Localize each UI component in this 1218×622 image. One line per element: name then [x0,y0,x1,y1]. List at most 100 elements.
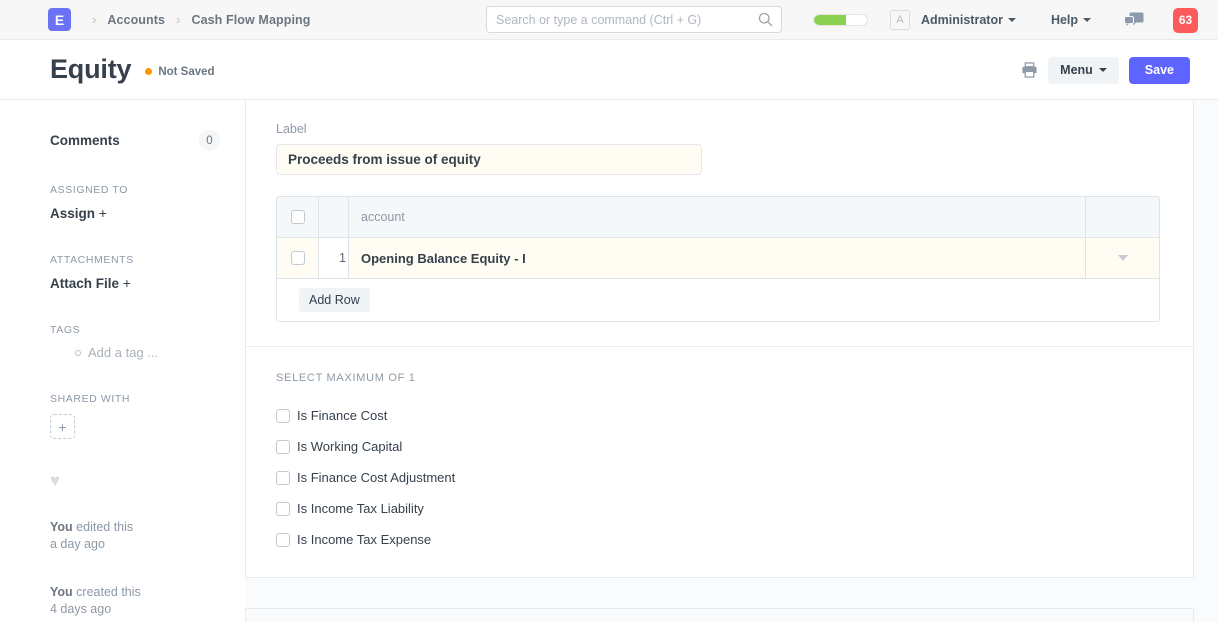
is-income-tax-liability-label: Is Income Tax Liability [297,501,424,516]
is-income-tax-expense-label: Is Income Tax Expense [297,532,431,547]
is-finance-cost-label: Is Finance Cost [297,408,387,423]
app-logo[interactable]: E [48,8,71,31]
label-input[interactable] [276,144,702,175]
grid-header-account-cell[interactable]: account [349,197,1086,237]
checkbox-section-heading: Select Maximum of 1 [276,372,1163,384]
comment-box[interactable]: Add a comment Comment [245,608,1194,622]
chat-bubbles-icon[interactable] [1124,12,1144,29]
checkbox-row-is-income-tax-liability[interactable]: Is Income Tax Liability [276,501,1163,516]
is-income-tax-expense-checkbox[interactable] [276,533,290,547]
row-account-value: Opening Balance Equity - I [361,251,526,266]
attach-file-button[interactable]: Attach File + [50,275,220,291]
form-section-flags: Select Maximum of 1 Is Finance Cost Is W… [246,347,1193,577]
breadcrumb-separator-icon: › [167,12,189,27]
checkbox-row-is-income-tax-expense[interactable]: Is Income Tax Expense [276,532,1163,547]
is-finance-cost-adjustment-label: Is Finance Cost Adjustment [297,470,455,485]
sidebar-attachments-heading: Attachments [50,254,220,266]
page-body: Comments 0 Assigned To Assign + Attachme… [0,100,1218,622]
audit-created: You created this 4 days ago [50,584,220,619]
navbar-right-group: A Administrator Help 63 [890,0,1198,40]
audit-created-action: created this [73,585,141,599]
page-actions: Menu Save [1021,40,1190,100]
chevron-down-icon [1099,68,1107,72]
breadcrumb-item-accounts[interactable]: Accounts [107,13,165,27]
help-menu-label: Help [1051,13,1078,27]
add-tag-label: Add a tag ... [88,345,158,360]
avatar[interactable]: A [890,10,910,30]
row-index: 1 [319,238,349,278]
row-select-cell[interactable] [277,238,319,278]
label-field-label: Label [276,122,1163,136]
assign-button-label: Assign [50,206,95,221]
heart-icon[interactable]: ♥ [50,472,220,489]
select-all-checkbox[interactable] [291,210,305,224]
grid-header-row: account [277,197,1159,238]
sidebar-tags-heading: Tags [50,324,220,336]
page-title: Equity [50,54,131,85]
is-working-capital-checkbox[interactable] [276,440,290,454]
grid-column-header-account: account [361,210,405,224]
assign-button[interactable]: Assign + [50,205,220,221]
breadcrumb-item-cash-flow-mapping[interactable]: Cash Flow Mapping [191,13,310,27]
is-income-tax-liability-checkbox[interactable] [276,502,290,516]
sidebar-comments-label: Comments [50,133,120,148]
status-dot-icon [145,68,152,75]
add-tag-button[interactable]: Add a tag ... [50,345,220,360]
notification-badge[interactable]: 63 [1173,8,1198,33]
sidebar-assigned-to-heading: Assigned To [50,184,220,196]
sidebar-section-shared-with: Shared With + [50,393,220,439]
attach-file-button-label: Attach File [50,276,119,291]
status-badge: Not Saved [145,66,214,78]
sidebar-shared-with-heading: Shared With [50,393,220,405]
save-button[interactable]: Save [1129,57,1190,84]
is-finance-cost-checkbox[interactable] [276,409,290,423]
sidebar-comments-row[interactable]: Comments 0 [50,130,220,151]
grid-header-select-all-cell[interactable] [277,197,319,237]
printer-icon[interactable] [1021,62,1038,78]
breadcrumb-separator-icon: › [83,12,105,27]
status-badge-label: Not Saved [158,66,214,78]
table-row[interactable]: 1 Opening Balance Equity - I [277,238,1159,279]
row-checkbox[interactable] [291,251,305,265]
grid-footer: Add Row [277,279,1159,321]
sidebar: Comments 0 Assigned To Assign + Attachme… [0,100,245,622]
sidebar-section-attachments: Attachments Attach File + [50,254,220,291]
search-container [486,6,782,33]
row-expand-cell[interactable] [1086,238,1159,278]
add-share-button[interactable]: + [50,414,75,439]
audit-created-who: You [50,585,73,599]
plus-icon: + [99,205,107,221]
menu-button[interactable]: Menu [1048,57,1119,84]
audit-edited: You edited this a day ago [50,519,220,554]
audit-edited-who: You [50,520,73,534]
checkbox-row-is-finance-cost[interactable]: Is Finance Cost [276,408,1163,423]
audit-created-when: 4 days ago [50,601,220,618]
chevron-down-icon[interactable] [1118,255,1128,261]
sidebar-section-assigned-to: Assigned To Assign + [50,184,220,221]
progress-bar[interactable] [813,14,868,26]
tag-circle-icon [75,350,81,356]
grid-header-action-cell [1086,197,1159,237]
grid-header-index-cell [319,197,349,237]
is-finance-cost-adjustment-checkbox[interactable] [276,471,290,485]
user-menu-label: Administrator [921,13,1003,27]
plus-icon: + [123,275,131,291]
form-section-main: Label account [246,100,1193,346]
search-input[interactable] [486,6,782,33]
breadcrumb: › Accounts › Cash Flow Mapping [83,12,311,27]
accounts-grid: account 1 Opening Balance Equity - I [276,196,1160,322]
is-working-capital-label: Is Working Capital [297,439,402,454]
sidebar-section-tags: Tags Add a tag ... [50,324,220,360]
checkbox-row-is-finance-cost-adjustment[interactable]: Is Finance Cost Adjustment [276,470,1163,485]
add-row-button[interactable]: Add Row [299,288,370,312]
help-menu[interactable]: Help [1051,13,1091,27]
main-content: Label account [245,100,1218,622]
row-account-cell[interactable]: Opening Balance Equity - I [349,238,1086,278]
audit-edited-action: edited this [73,520,133,534]
top-navbar: E › Accounts › Cash Flow Mapping A Admin… [0,0,1218,40]
form-card: Label account [245,100,1194,578]
checkbox-row-is-working-capital[interactable]: Is Working Capital [276,439,1163,454]
audit-edited-when: a day ago [50,536,220,553]
chevron-down-icon [1008,18,1016,22]
user-menu[interactable]: Administrator [921,13,1016,27]
